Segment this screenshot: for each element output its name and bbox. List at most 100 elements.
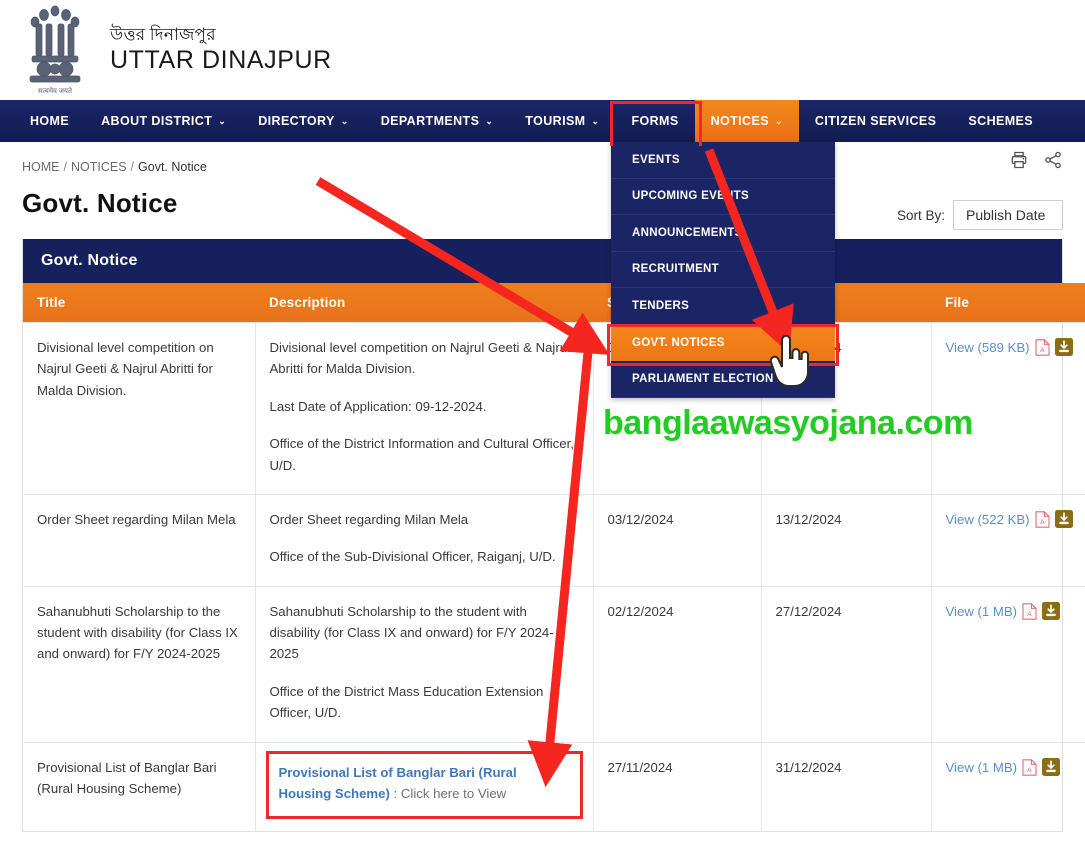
nav-item-home[interactable]: HOME [14, 100, 85, 142]
description-paragraph: Last Date of Application: 09-12-2024. [269, 398, 487, 414]
breadcrumb: HOME / NOTICES / Govt. Notice [22, 142, 1063, 174]
breadcrumb-current: Govt. Notice [138, 160, 207, 174]
download-icon[interactable] [1042, 601, 1061, 620]
nav-item-citizen-services[interactable]: CITIZEN SERVICES [799, 100, 952, 142]
description-paragraph: Office of the District Information and C… [269, 436, 574, 473]
download-icon[interactable] [1042, 757, 1061, 776]
description-paragraph: Office of the District Mass Education Ex… [269, 683, 544, 721]
dropdown-item-events[interactable]: EVENTS [611, 142, 835, 179]
view-file-link[interactable]: View (1 MB) [946, 604, 1018, 619]
svg-text:सत्यमेव जयते: सत्यमेव जयते [38, 86, 73, 95]
page-title: Govt. Notice [22, 188, 178, 218]
cell-description: Order Sheet regarding Milan Mela Office o… [255, 493, 594, 587]
site-title-english: UTTAR DINAJPUR [110, 46, 332, 75]
nav-item-tourism[interactable]: TOURISM ⌄ [509, 100, 615, 142]
cell-title: Provisional List of Banglar Bari (Rural … [23, 741, 256, 832]
cell-description: Divisional level competition on Najrul G… [255, 322, 594, 495]
nav-item-label: ABOUT DISTRICT [101, 114, 213, 128]
description-paragraph: Sahanubhuti Scholarship to the student w… [269, 603, 554, 662]
cell-description: Provisional List of Banglar Bari (Rural … [255, 741, 594, 832]
dropdown-item-upcoming-events[interactable]: UPCOMING EVENTS [611, 179, 835, 215]
table-body: Divisional level competition on Najrul G… [23, 322, 1085, 832]
nav-item-label: DEPARTMENTS [380, 114, 480, 128]
cell-title: Divisional level competition on Najrul G… [23, 322, 256, 495]
page-content: HOME / NOTICES / Govt. Notice Sort By: Publi… [0, 142, 1085, 833]
nav-item-departments[interactable]: DEPARTMENTS ⌄ [365, 100, 510, 142]
notices-panel: Govt. Notice TitleDescriptionStart DateE… [22, 239, 1085, 833]
annotation-box-notices [610, 101, 702, 146]
panel-title: Govt. Notice [23, 239, 1062, 283]
page-tools [1009, 150, 1063, 170]
nav-item-label: SCHEMES [968, 114, 1034, 128]
breadcrumb-home[interactable]: HOME [22, 160, 60, 174]
nav-item-notices[interactable]: NOTICES ⌄ [694, 100, 799, 142]
nav-item-schemes[interactable]: SCHEMES [952, 100, 1049, 142]
highlighted-link-box[interactable]: Provisional List of Banglar Bari (Rural … [265, 750, 583, 820]
sort-control: Sort By: Publish Date [897, 200, 1063, 230]
view-file-link[interactable]: View (522 KB) [946, 512, 1030, 527]
description-paragraph: Office of the Sub-Divisional Officer, Ra… [269, 549, 556, 565]
chevron-down-icon: ⌄ [340, 115, 349, 126]
dropdown-item-announcements[interactable]: ANNOUNCEMENTS [611, 215, 835, 252]
chevron-down-icon: ⌄ [218, 115, 227, 126]
svg-text:A: A [1027, 767, 1032, 774]
svg-text:A: A [1040, 347, 1045, 354]
cell-file: View (1 MB) A [931, 741, 1085, 832]
view-file-link[interactable]: View (1 MB) [946, 760, 1018, 775]
dropdown-item-recruitment[interactable]: RECRUITMENT [611, 252, 835, 288]
download-icon[interactable] [1054, 338, 1073, 356]
nav-item-directory[interactable]: DIRECTORY ⌄ [242, 100, 364, 142]
chevron-down-icon: ⌄ [774, 115, 783, 126]
nav-item-about-district[interactable]: ABOUT DISTRICT ⌄ [85, 100, 242, 142]
notices-table: TitleDescriptionStart DateEnd DateFile D… [23, 283, 1085, 832]
printer-icon[interactable] [1009, 150, 1029, 170]
sort-label: Sort By: [896, 207, 945, 223]
link-rest-text: : Click here to View [389, 785, 507, 801]
pdf-icon[interactable]: A [1022, 758, 1037, 776]
site-header: सत्यमेव जयते উত্তর দিনাজপুর UTTAR DINAJP… [0, 0, 1085, 100]
cell-start-date: 02/12/2024 [593, 585, 762, 742]
chevron-down-icon: ⌄ [485, 115, 494, 126]
breadcrumb-separator: / [63, 160, 67, 174]
table-row: Order Sheet regarding Milan Mela Order Sh… [23, 493, 1085, 587]
column-header-title[interactable]: Title [23, 283, 255, 323]
view-file-link[interactable]: View (589 KB) [946, 340, 1030, 355]
cell-title: Sahanubhuti Scholarship to the student w… [23, 585, 256, 742]
provisional-list-link[interactable]: Provisional List of Banglar Bari (Rural … [279, 765, 517, 801]
nav-item-label: HOME [30, 114, 70, 128]
india-state-emblem-icon: सत्यमेव जयते [29, 5, 81, 95]
cell-title: Order Sheet regarding Milan Mela [23, 493, 256, 587]
cell-end-date: 13/12/2024 [761, 493, 932, 587]
dropdown-item-tenders[interactable]: TENDERS [611, 288, 835, 325]
site-title-bengali: উত্তর দিনাজপুর [110, 25, 216, 45]
hand-pointer-cursor-icon [769, 334, 809, 387]
chevron-down-icon: ⌄ [591, 115, 600, 126]
svg-text:A: A [1040, 519, 1045, 526]
cell-description: Sahanubhuti Scholarship to the student w… [255, 585, 594, 742]
nav-item-label: CITIZEN SERVICES [814, 114, 937, 128]
nav-item-label: TOURISM [525, 114, 586, 128]
svg-text:A: A [1027, 611, 1032, 618]
download-icon[interactable] [1054, 509, 1073, 528]
sort-select[interactable]: Publish Date [953, 200, 1063, 230]
column-header-description[interactable]: Description [255, 283, 593, 323]
pdf-icon[interactable]: A [1022, 602, 1037, 620]
table-row: Provisional List of Banglar Bari (Rural … [23, 741, 1085, 832]
main-navigation: HOME ABOUT DISTRICT ⌄ DIRECTORY ⌄ DEPARTMENTS… [0, 100, 1085, 142]
pdf-icon[interactable]: A [1035, 339, 1050, 356]
nav-item-label: DIRECTORY [258, 114, 335, 128]
table-header-row: TitleDescriptionStart DateEnd DateFile [23, 283, 1085, 323]
description-paragraph: Order Sheet regarding Milan Mela [269, 511, 469, 527]
cell-end-date: 27/12/2024 [761, 585, 932, 742]
breadcrumb-separator: / [130, 160, 135, 174]
cell-file: View (1 MB) A [931, 585, 1085, 742]
cell-file: View (522 KB) A [931, 493, 1085, 587]
column-header-file[interactable]: File [931, 283, 1085, 323]
pdf-icon[interactable]: A [1035, 511, 1050, 528]
breadcrumb-notices[interactable]: NOTICES [71, 160, 127, 174]
watermark-text: banglaawasyojana.com [603, 404, 973, 442]
cell-start-date: 03/12/2024 [593, 493, 762, 587]
share-icon[interactable] [1043, 150, 1063, 170]
nav-item-label: NOTICES [710, 114, 769, 128]
description-paragraph: Divisional level competition on Najrul G… [269, 340, 571, 377]
